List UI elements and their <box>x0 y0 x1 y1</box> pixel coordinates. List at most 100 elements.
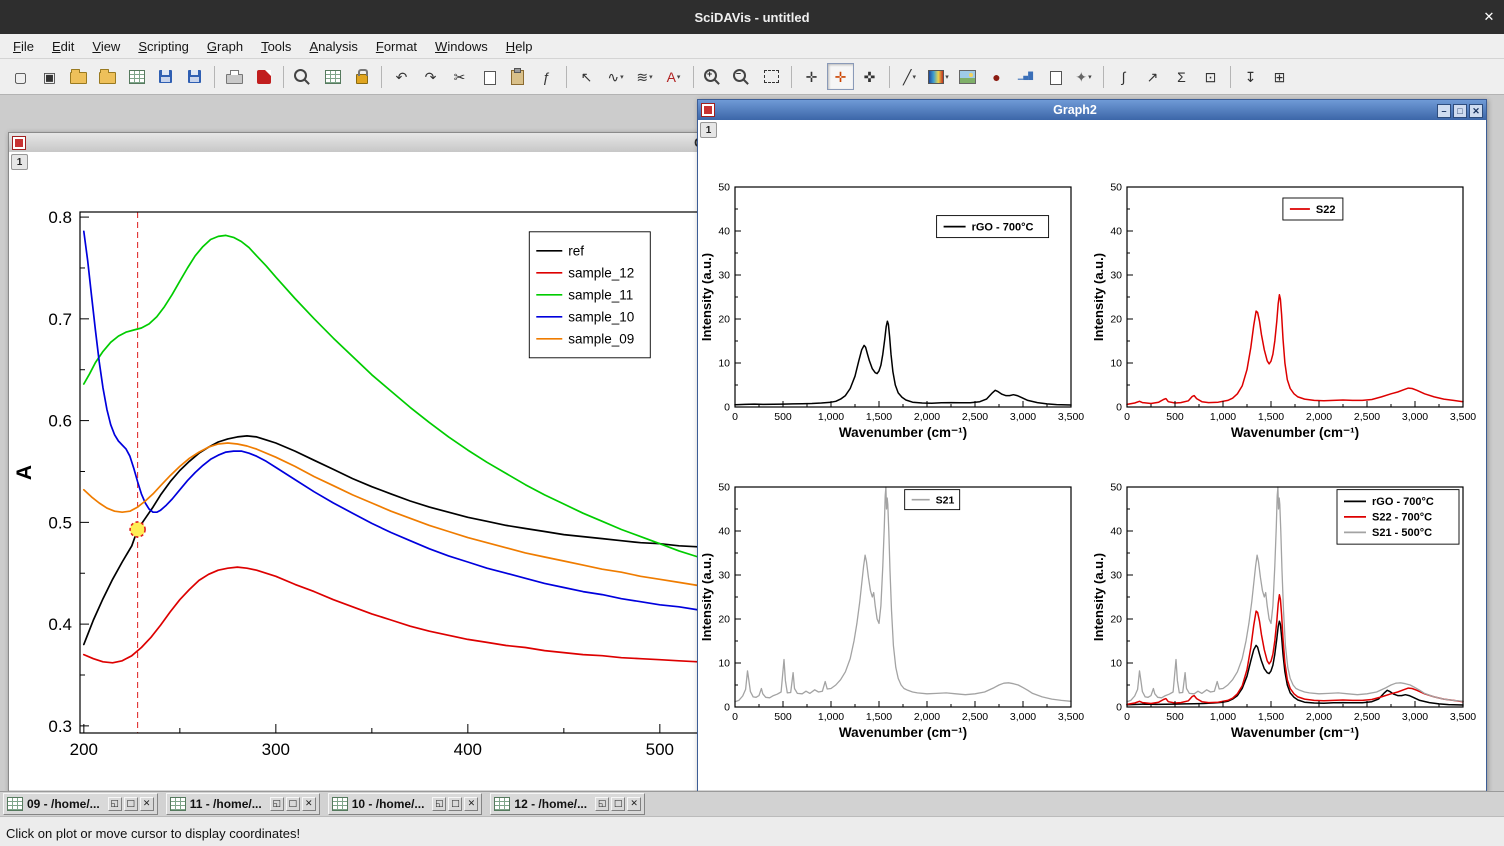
menu-analysis[interactable]: Analysis <box>300 37 366 56</box>
svg-text:1,000: 1,000 <box>1210 711 1236 723</box>
close-button[interactable]: ✕ <box>140 797 154 811</box>
draw-arrow-button[interactable]: ↗ <box>1139 63 1166 90</box>
svg-text:0: 0 <box>732 711 738 723</box>
script-window-button[interactable]: ƒ <box>533 63 560 90</box>
new-project-button[interactable]: ▢ <box>7 63 34 90</box>
add-equation-button[interactable]: Σ <box>1168 63 1195 90</box>
svg-text:30: 30 <box>1110 270 1122 282</box>
duplicate-window-button[interactable] <box>1041 63 1068 90</box>
export-graph-button[interactable]: ↧ <box>1237 63 1264 90</box>
toolbar-separator <box>381 66 382 88</box>
chart-g2_tr[interactable]: 05001,0001,5002,0002,5003,0003,500010203… <box>1094 147 1482 447</box>
menu-tools[interactable]: Tools <box>252 37 300 56</box>
add-widget-button[interactable]: ⊡ <box>1197 63 1224 90</box>
close-button[interactable]: ✕ <box>627 797 641 811</box>
svg-text:1,000: 1,000 <box>818 711 844 723</box>
plot-wizard-button[interactable]: ✦▾ <box>1070 63 1097 90</box>
pointer-button[interactable]: ↖ <box>573 63 600 90</box>
lock-toolbars-button[interactable] <box>348 63 375 90</box>
move-data-points-button[interactable]: ✛ <box>798 63 825 90</box>
app-titlebar[interactable]: SciDAVis - untitled ✕ <box>0 0 1504 34</box>
chart-g2_bl[interactable]: 05001,0001,5002,0002,5003,0003,500010203… <box>702 447 1090 747</box>
close-button[interactable]: ✕ <box>1469 104 1483 118</box>
raman-chart-rgo[interactable]: 05001,0001,5002,0002,5003,0003,500010203… <box>702 147 1090 447</box>
open-template-button[interactable] <box>94 63 121 90</box>
open-project-button[interactable] <box>65 63 92 90</box>
graph2-layer-button[interactable]: 1 <box>700 122 717 138</box>
rescale-to-show-all-button[interactable] <box>758 63 785 90</box>
taskbar-item[interactable]: 10 - /home/...◱□✕ <box>328 793 483 815</box>
raman-chart-s22[interactable]: 05001,0001,5002,0002,5003,0003,500010203… <box>1094 147 1482 447</box>
screen-reader-button[interactable]: ✜ <box>856 63 883 90</box>
graph2-titlebar[interactable]: Graph2 –□✕ <box>698 100 1486 120</box>
chart-g2_br[interactable]: 05001,0001,5002,0002,5003,0003,500010203… <box>1094 447 1482 747</box>
new-table-button[interactable] <box>319 63 346 90</box>
add-fit-function-button[interactable]: ∫ <box>1110 63 1137 90</box>
chart-g2_tl[interactable]: 05001,0001,5002,0002,5003,0003,500010203… <box>702 147 1090 447</box>
add-image-button[interactable] <box>954 63 981 90</box>
statusbar: Click on plot or move cursor to display … <box>0 816 1504 846</box>
copy-selection-button[interactable] <box>475 63 502 90</box>
data-reader-button[interactable]: ✛ <box>827 63 854 90</box>
close-button[interactable]: ✕ <box>464 797 478 811</box>
raman-chart-s21[interactable]: 05001,0001,5002,0002,5003,0003,500010203… <box>702 447 1090 747</box>
svg-text:S21: S21 <box>936 494 955 506</box>
menu-scripting[interactable]: Scripting <box>129 37 198 56</box>
svg-text:20: 20 <box>1110 314 1122 326</box>
new-note-button[interactable]: ▣ <box>36 63 63 90</box>
menu-view[interactable]: View <box>83 37 129 56</box>
zoom-in-button[interactable] <box>700 63 727 90</box>
uvvis-chart[interactable]: 2003004005000.30.40.50.60.70.8Arefsample… <box>9 152 709 790</box>
add-curve-button[interactable]: ∿▾ <box>602 63 629 90</box>
maximize-button[interactable]: □ <box>286 797 300 811</box>
import-ascii-button[interactable] <box>123 63 150 90</box>
add-error-bars-button[interactable]: ≋▾ <box>631 63 658 90</box>
menu-graph[interactable]: Graph <box>198 37 252 56</box>
taskbar-item[interactable]: 11 - /home/...◱□✕ <box>166 793 320 815</box>
save-project-button[interactable] <box>152 63 179 90</box>
app-close-icon[interactable]: ✕ <box>1474 9 1504 25</box>
raman-chart-overlay[interactable]: 05001,0001,5002,0002,5003,0003,500010203… <box>1094 447 1482 747</box>
maximize-button[interactable]: □ <box>124 797 138 811</box>
restore-button[interactable]: ◱ <box>108 797 122 811</box>
svg-text:0.6: 0.6 <box>48 412 72 431</box>
add-text-button[interactable]: A▾ <box>660 63 687 90</box>
taskbar-item[interactable]: 12 - /home/...◱□✕ <box>490 793 645 815</box>
graph1-layer-button[interactable]: 1 <box>11 154 28 170</box>
color-map-button[interactable]: ▾ <box>925 63 952 90</box>
redo-button[interactable]: ↷ <box>417 63 444 90</box>
svg-text:40: 40 <box>1110 226 1122 238</box>
menu-edit[interactable]: Edit <box>43 37 83 56</box>
close-button[interactable]: ✕ <box>302 797 316 811</box>
menu-format[interactable]: Format <box>367 37 426 56</box>
data-reader-icon: ✛ <box>835 70 847 84</box>
menu-file[interactable]: File <box>4 37 43 56</box>
draw-line-button[interactable]: ╱▾ <box>896 63 923 90</box>
export-pdf-button[interactable] <box>250 63 277 90</box>
taskbar-item[interactable]: 09 - /home/...◱□✕ <box>3 793 158 815</box>
maximize-button[interactable]: □ <box>448 797 462 811</box>
undo-button[interactable]: ↶ <box>388 63 415 90</box>
restore-button[interactable]: ◱ <box>595 797 609 811</box>
zoom-out-button[interactable] <box>729 63 756 90</box>
print-button[interactable] <box>221 63 248 90</box>
add-error-bars-icon: ≋ <box>636 70 648 84</box>
project-explorer-button[interactable] <box>290 63 317 90</box>
svg-text:3,000: 3,000 <box>1402 411 1428 423</box>
cut-selection-button[interactable]: ✂ <box>446 63 473 90</box>
plot-3d-sphere-button[interactable]: ● <box>983 63 1010 90</box>
restore-button[interactable]: ◱ <box>270 797 284 811</box>
minimize-button[interactable]: – <box>1437 104 1451 118</box>
svg-text:S21 - 500°C: S21 - 500°C <box>1372 527 1432 539</box>
plot-3d-bars-button[interactable]: ▁▄█ <box>1012 63 1039 90</box>
paste-selection-button[interactable] <box>504 63 531 90</box>
maximize-button[interactable]: □ <box>611 797 625 811</box>
graph2-window[interactable]: Graph2 –□✕ 1 05001,0001,5002,0002,5003,0… <box>697 99 1487 791</box>
menu-windows[interactable]: Windows <box>426 37 497 56</box>
new-graph-window-button[interactable]: ⊞ <box>1266 63 1293 90</box>
chart-graph1[interactable]: 2003004005000.30.40.50.60.70.8Arefsample… <box>9 152 709 790</box>
maximize-button[interactable]: □ <box>1453 104 1467 118</box>
save-template-button[interactable] <box>181 63 208 90</box>
restore-button[interactable]: ◱ <box>432 797 446 811</box>
menu-help[interactable]: Help <box>497 37 542 56</box>
